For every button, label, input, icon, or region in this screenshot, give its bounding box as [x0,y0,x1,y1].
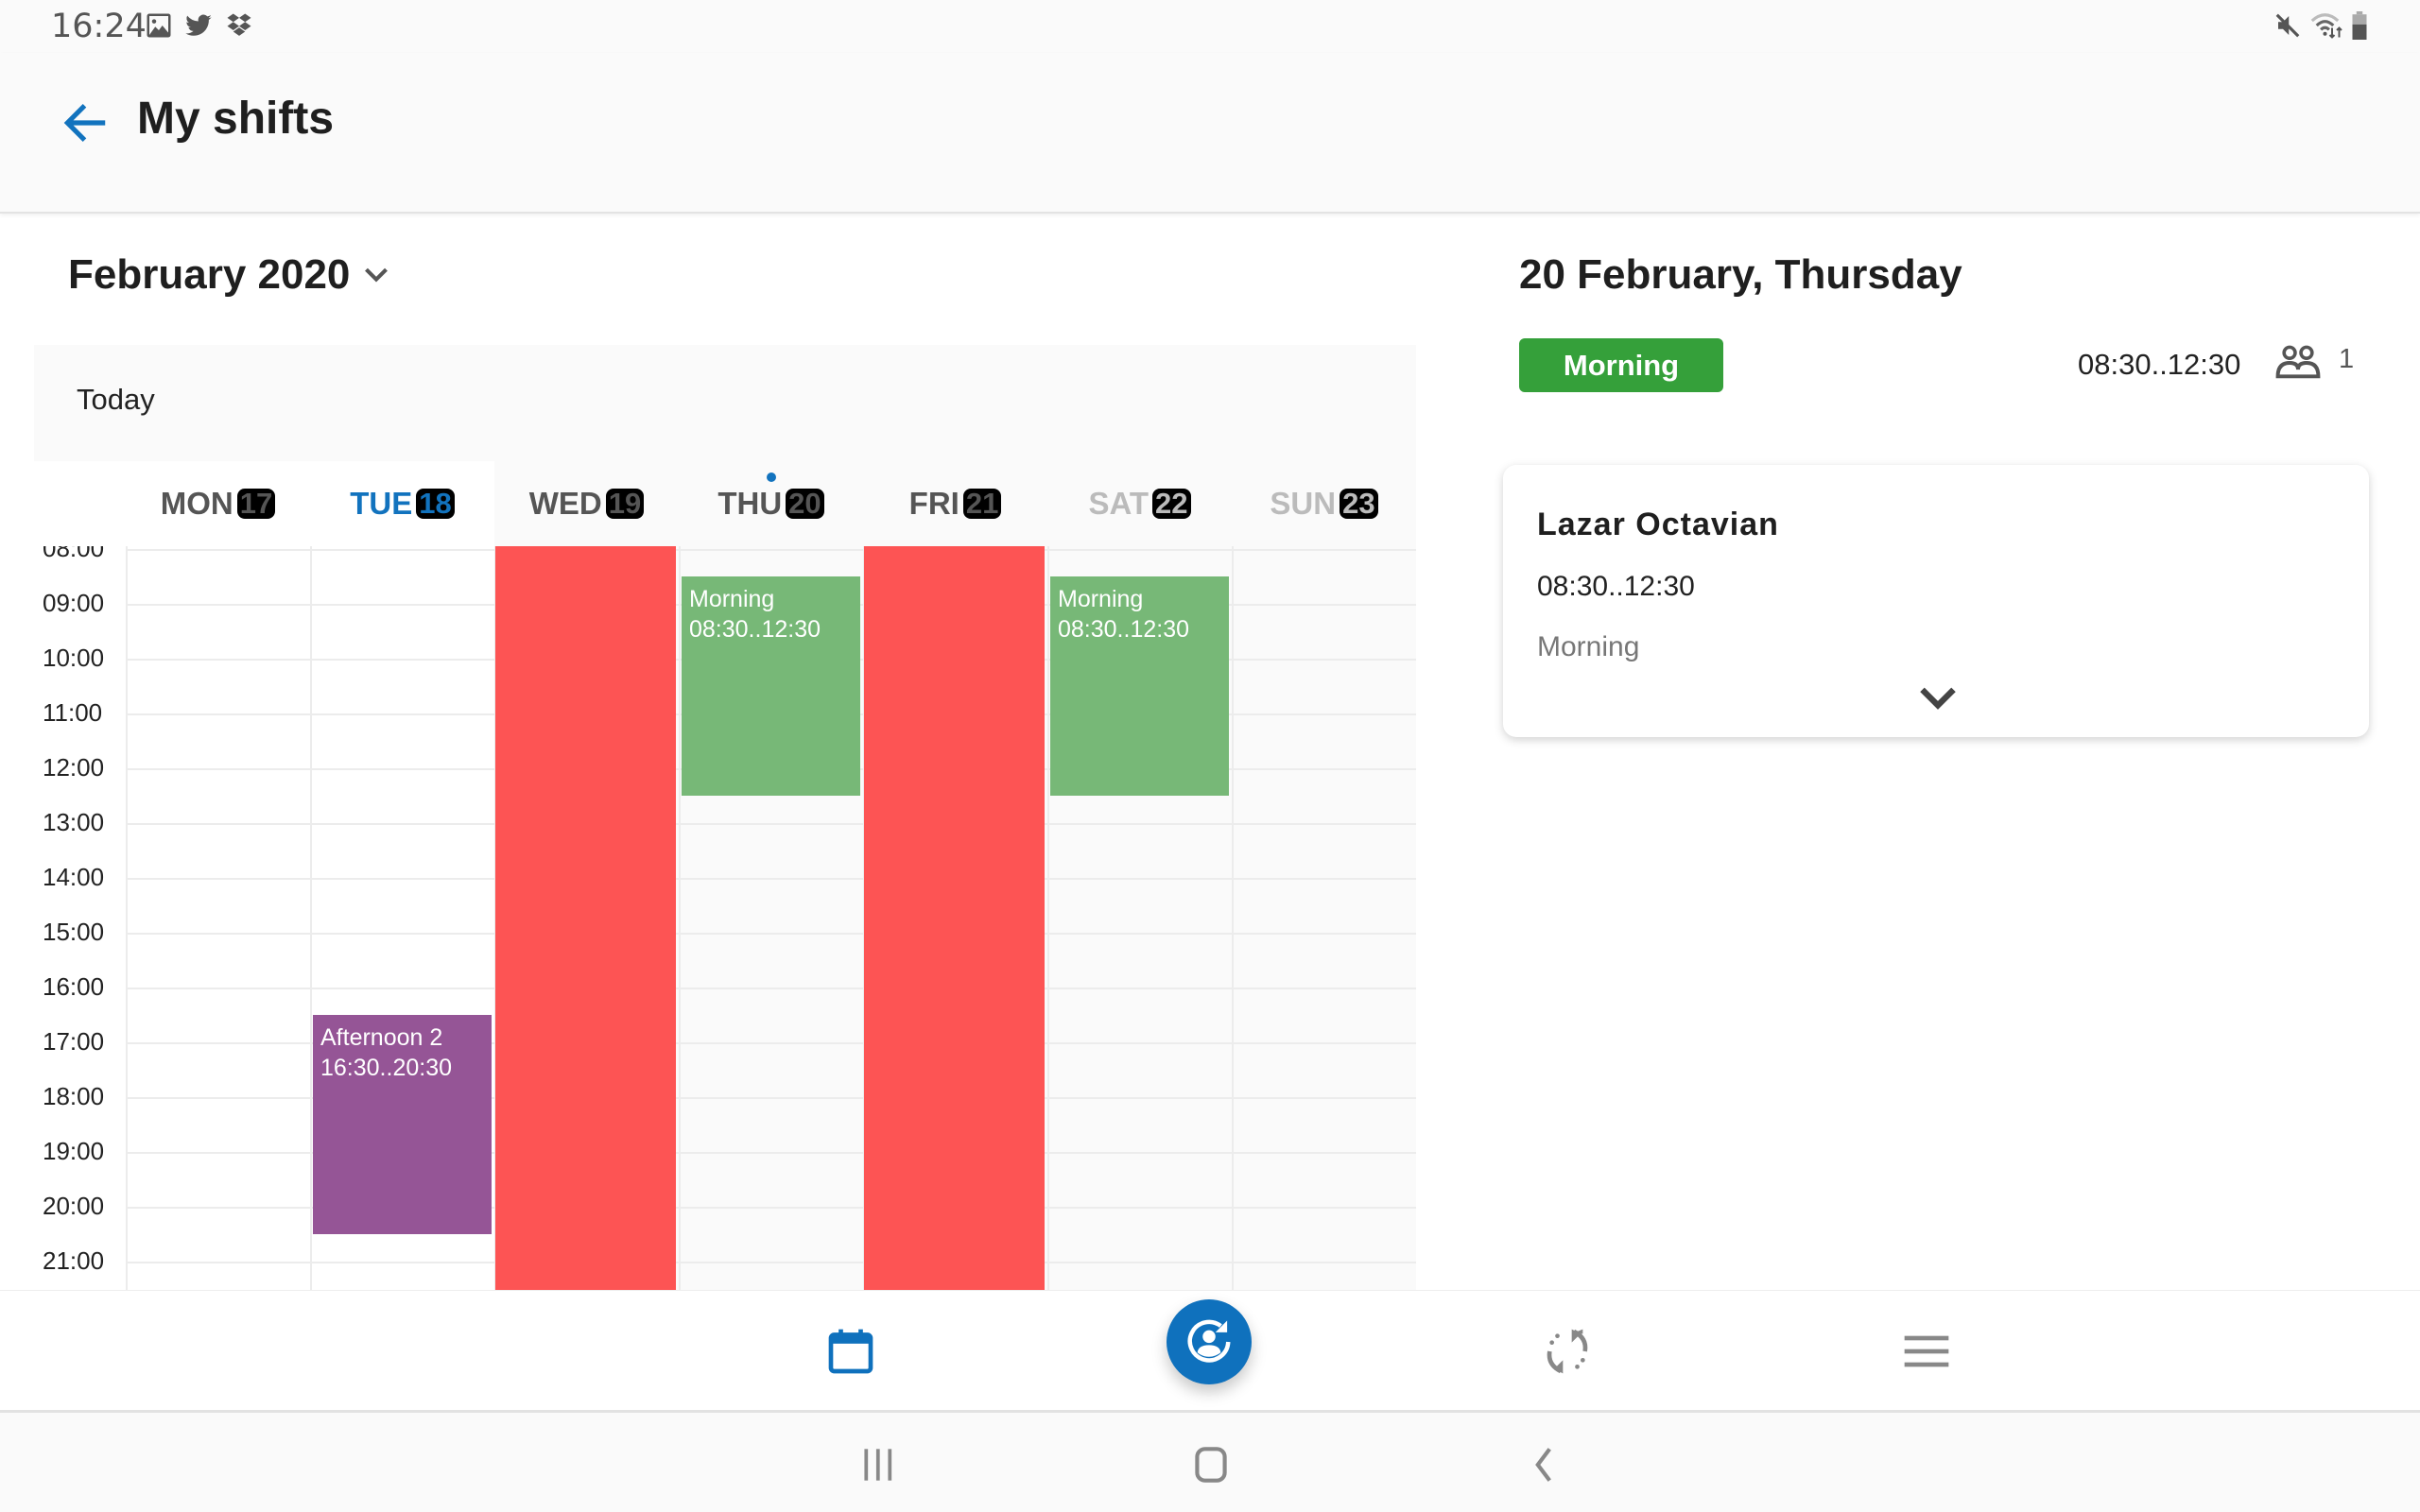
arrow-left-icon[interactable] [59,96,112,149]
day-header-thu[interactable]: THU 20 [679,461,863,546]
hour-label: 20:00 [43,1191,105,1220]
hour-label: 21:00 [43,1246,105,1275]
shift-block[interactable]: Afternoon 2 16:30..20:30 [313,1014,492,1234]
page-title: My shifts [137,94,335,144]
hour-line [126,822,1416,825]
day-number: 17 [236,489,276,519]
hour-label: 19:00 [43,1136,105,1165]
gallery-icon [147,13,171,38]
shift-time-range: 08:30..12:30 [689,615,821,643]
hour-label: 16:00 [43,971,105,1001]
time-column: 08:00 09:00 10:00 11:00 12:00 13:00 14:00 15:00… [34,546,126,1290]
mute-icon [2275,13,2300,38]
battery-icon [2352,11,2367,40]
day-header-fri[interactable]: FRI 21 [863,461,1047,546]
hour-line [126,1261,1416,1263]
people-count: 1 [2339,344,2355,374]
day-number: 18 [416,489,455,519]
day-number: 22 [1152,489,1191,519]
day-header-sun[interactable]: SUN 23 [1232,461,1416,546]
calendar-grid[interactable]: 08:00 09:00 10:00 11:00 12:00 13:00 14:00 15:00… [34,546,1416,1290]
day-name: MON [160,486,233,521]
hour-label: 12:00 [43,752,105,782]
shift-badge[interactable]: Morning [1519,338,1723,392]
hour-line [126,877,1416,880]
hour-label: 09:00 [43,588,105,617]
selected-date-title: 20 February, Thursday [1519,251,1962,298]
day-name: FRI [908,486,959,521]
hour-label: 17:00 [43,1026,105,1056]
day-name: THU [717,486,783,521]
day-number: 23 [1340,489,1378,519]
hour-line [126,987,1416,989]
user-swap-fab[interactable] [1167,1299,1252,1384]
time-header-spacer [34,461,126,546]
hour-label: 08:00 [43,546,105,562]
menu-icon[interactable] [1900,1325,1953,1378]
unavailable-block[interactable] [495,546,676,1290]
day-name: WED [528,486,602,521]
day-name: TUE [350,486,413,521]
wifi-icon [2310,13,2342,39]
recent-apps-icon[interactable] [855,1441,902,1488]
employee-shift-card[interactable]: Lazar Octavian 08:30..12:30 Morning [1503,465,2369,737]
month-picker[interactable]: February 2020 [68,251,389,299]
selected-day-dot [766,472,776,482]
home-icon[interactable] [1187,1441,1235,1488]
twitter-icon [185,14,212,36]
shift-title: Morning [689,585,775,612]
week-calendar: Today 08:00 09:00 10:00 11:00 12:00 13:00 14:0… [34,345,1416,1290]
shift-title: Afternoon 2 [320,1023,443,1051]
calendar-icon[interactable] [824,1325,877,1378]
system-navigation-bar [0,1410,2420,1512]
day-name: SAT [1088,486,1150,521]
app-header: My shifts [0,53,2420,214]
hour-label: 18:00 [43,1081,105,1110]
shift-block[interactable]: Morning 08:30..12:30 [682,576,860,796]
hour-label: 11:00 [43,697,103,727]
dropbox-icon [227,13,251,36]
day-number: 21 [962,489,1002,519]
card-shift-time: 08:30..12:30 [1537,571,1695,602]
back-icon[interactable] [1520,1441,1567,1488]
day-header-mon[interactable]: MON 17 [126,461,310,546]
day-number: 20 [786,489,824,519]
employee-name: Lazar Octavian [1537,507,1779,542]
chevron-down-icon [365,267,389,283]
user-swap-icon [1187,1319,1231,1363]
hour-label: 15:00 [43,917,105,946]
status-bar: 16:24 [0,0,2420,53]
day-header-wed[interactable]: WED 19 [494,461,679,546]
status-time: 16:24 [51,8,147,45]
shift-time-range: 08:30..12:30 [1058,615,1190,643]
hour-line [126,932,1416,935]
hour-label: 13:00 [43,807,105,836]
day-header-sat[interactable]: SAT 22 [1047,461,1232,546]
day-number: 19 [605,489,645,519]
shift-time: 08:30..12:30 [2078,348,2241,381]
day-header-tue[interactable]: TUE 18 [310,461,494,546]
shift-time-range: 16:30..20:30 [320,1054,453,1081]
today-button[interactable]: Today [77,383,155,417]
card-shift-type: Morning [1537,631,1640,662]
hour-line [126,548,1416,551]
exchange-icon[interactable] [1541,1325,1594,1378]
shift-title: Morning [1058,585,1144,612]
hour-label: 14:00 [43,862,105,891]
expand-chevron-icon[interactable] [1917,684,1959,713]
month-label: February 2020 [68,251,351,298]
people-icon [2275,345,2321,379]
day-name: SUN [1270,486,1337,521]
hour-label: 10:00 [43,643,105,672]
shift-block[interactable]: Morning 08:30..12:30 [1050,576,1229,796]
unavailable-block[interactable] [864,546,1045,1290]
